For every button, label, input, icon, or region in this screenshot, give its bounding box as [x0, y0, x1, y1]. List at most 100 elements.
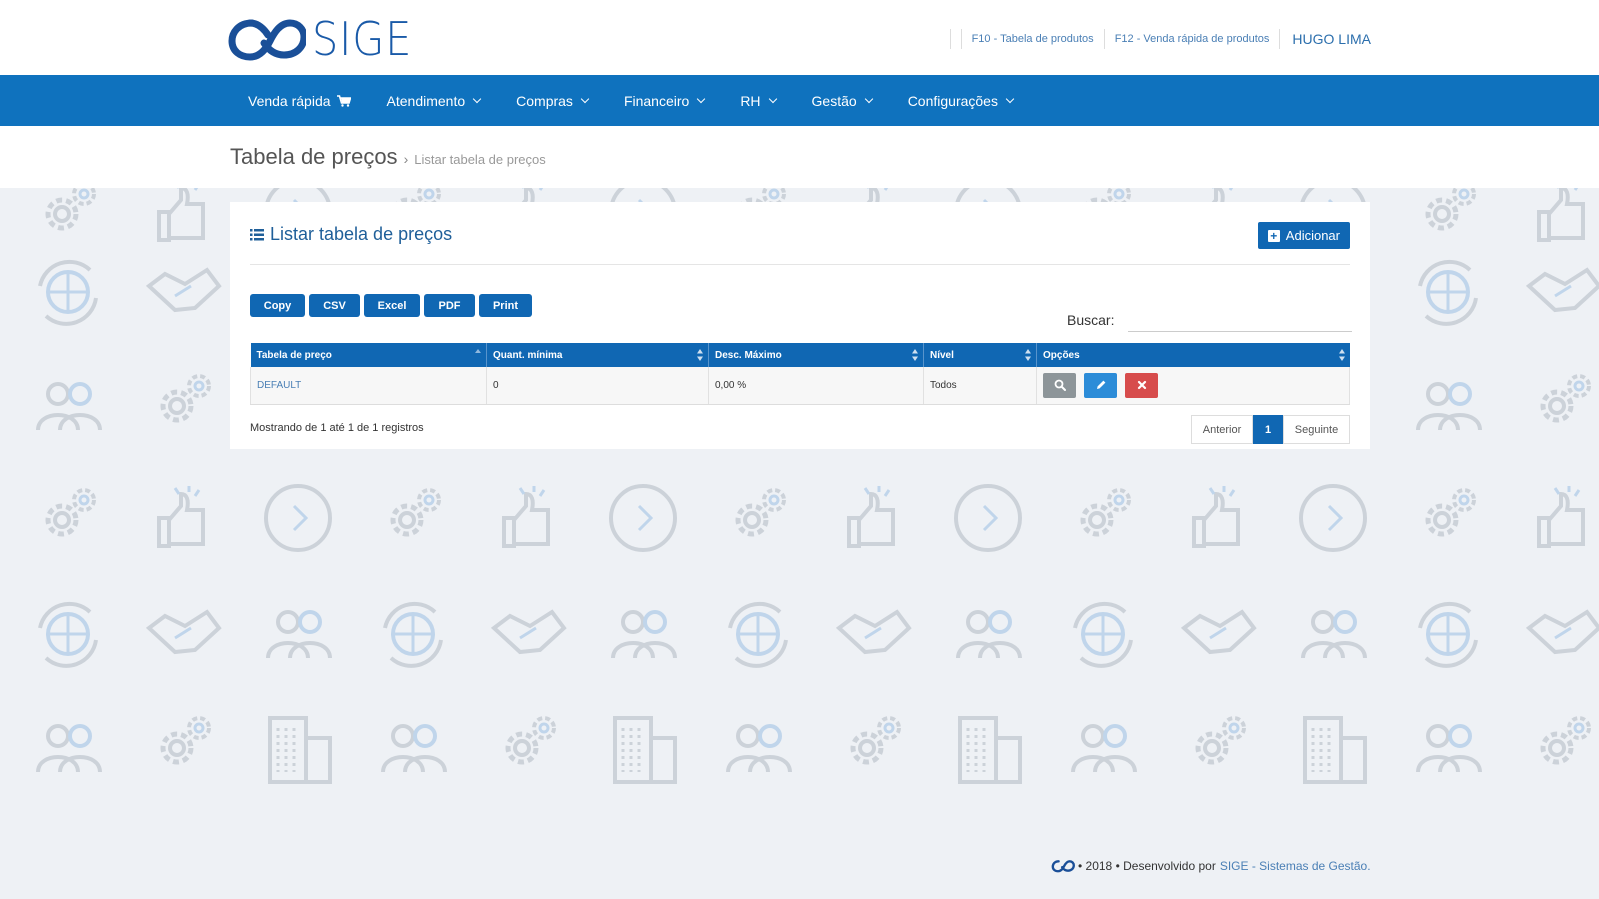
pencil-icon: [1096, 380, 1105, 390]
separator: [1103, 29, 1105, 49]
nav-compras[interactable]: Compras: [498, 75, 606, 126]
search-input[interactable]: [1128, 308, 1353, 332]
people-pattern-icon: [266, 610, 332, 659]
thumb-pattern-icon: [1537, 486, 1585, 548]
breadcrumb-bar: Tabela de preços › Listar tabela de preç…: [0, 126, 1599, 188]
separator: [949, 29, 951, 49]
delete-button[interactable]: [1125, 372, 1158, 398]
column-header-tabela[interactable]: Tabela de preço: [250, 343, 487, 367]
nav-label: Venda rápida: [248, 92, 331, 109]
sort-icon: [1338, 349, 1345, 361]
breadcrumb: Tabela de preços › Listar tabela de preç…: [230, 144, 546, 170]
chevron-down-icon: [864, 94, 873, 103]
footer-link[interactable]: SIGE - Sistemas de Gestão.: [1220, 859, 1371, 873]
nav-financeiro[interactable]: Financeiro: [606, 75, 722, 126]
globe-pattern-icon: [383, 601, 443, 668]
gear-pattern-icon: [160, 716, 211, 765]
view-button[interactable]: [1043, 372, 1076, 398]
add-button[interactable]: + Adicionar: [1257, 222, 1350, 249]
cell-opcoes: [1036, 367, 1350, 405]
nav-label: Financeiro: [623, 92, 690, 109]
column-label: Nível: [930, 349, 954, 361]
people-pattern-icon: [36, 382, 102, 431]
building-pattern-icon: [1303, 716, 1367, 784]
add-button-label: Adicionar: [1285, 228, 1340, 243]
user-menu[interactable]: HUGO LIMA: [1292, 31, 1371, 47]
excel-button[interactable]: Excel: [364, 294, 420, 317]
chevron-down-icon: [580, 94, 590, 103]
cell-desc-maximo: 0,00 %: [708, 367, 924, 405]
hands-pattern-icon: [835, 609, 912, 655]
column-header-quant-minima[interactable]: Quant. mínima: [486, 343, 709, 367]
pager-next[interactable]: Seguinte: [1283, 415, 1350, 444]
sort-icon: [1025, 349, 1031, 361]
gear-pattern-icon: [1540, 716, 1591, 765]
gear-pattern-icon: [160, 374, 211, 423]
thumb-pattern-icon: [1537, 188, 1585, 242]
copy-button[interactable]: Copy: [250, 294, 305, 317]
people-pattern-icon: [1301, 610, 1367, 659]
edit-button[interactable]: [1084, 372, 1117, 398]
content-panel: Listar tabela de preços + Adicionar Copy…: [230, 202, 1370, 449]
link-venda-rapida-produtos[interactable]: F12 - Venda rápida de produtos: [1115, 33, 1270, 45]
table-info: Mostrando de 1 até 1 de 1 registros: [250, 422, 424, 434]
building-pattern-icon: [268, 716, 332, 784]
search-label: Buscar:: [1067, 312, 1115, 328]
top-header: SIGE F10 - Tabela de produtos F12 - Vend…: [0, 0, 1599, 75]
people-pattern-icon: [1416, 724, 1482, 773]
nav-rh[interactable]: RH: [722, 75, 793, 126]
nav-gestao[interactable]: Gestão: [794, 75, 890, 126]
list-icon: [250, 228, 264, 240]
pdf-button[interactable]: PDF: [424, 294, 475, 317]
plus-icon: +: [1267, 229, 1280, 242]
globe-pattern-icon: [1073, 601, 1133, 668]
cell-tabela: DEFAULT: [250, 367, 487, 405]
chevron-down-icon: [1005, 94, 1015, 103]
divider: [250, 264, 1350, 265]
pager-prev[interactable]: Anterior: [1191, 415, 1253, 444]
people-pattern-icon: [1071, 724, 1137, 773]
csv-button[interactable]: CSV: [309, 294, 360, 317]
nav-venda-rapida[interactable]: Venda rápida: [230, 75, 369, 126]
hands-pattern-icon: [145, 609, 222, 655]
pager-page-1[interactable]: 1: [1253, 415, 1283, 444]
people-pattern-icon: [36, 724, 102, 773]
globe-pattern-icon: [38, 259, 98, 326]
column-header-nivel[interactable]: Nível: [923, 343, 1037, 367]
nav-label: Atendimento: [386, 92, 466, 109]
gear-pattern-icon: [735, 488, 786, 537]
pagination: Anterior 1 Seguinte: [1191, 415, 1350, 444]
top-links: F10 - Tabela de produtos F12 - Venda ráp…: [940, 28, 1371, 50]
nav-configuracoes[interactable]: Configurações: [890, 75, 1031, 126]
column-header-desc-maximo[interactable]: Desc. Máximo: [708, 343, 924, 367]
gear-pattern-icon: [1540, 374, 1591, 423]
globe-pattern-icon: [1418, 259, 1478, 326]
thumb-pattern-icon: [157, 188, 205, 242]
breadcrumb-separator: ›: [403, 151, 409, 167]
gear-pattern-icon: [1425, 188, 1476, 231]
search-icon: [1054, 379, 1066, 392]
column-label: Opções: [1043, 349, 1080, 361]
column-label: Quant. mínima: [493, 349, 563, 361]
page-title[interactable]: Tabela de preços: [230, 144, 398, 170]
price-table: Tabela de preço Quant. mínima Desc. Máxi…: [250, 343, 1350, 405]
globe-pattern-icon: [1418, 601, 1478, 668]
sort-icon: [912, 349, 918, 361]
nav-label: Compras: [516, 92, 573, 109]
sige-logo[interactable]: SIGE: [228, 14, 423, 64]
nav-label: RH: [740, 92, 761, 109]
column-header-opcoes[interactable]: Opções: [1036, 343, 1350, 367]
gear-pattern-icon: [45, 188, 96, 231]
tabela-link[interactable]: DEFAULT: [257, 380, 301, 391]
cell-quant-minima: 0: [486, 367, 709, 405]
sort-asc-icon: [475, 349, 481, 353]
main-navbar: Venda rápida Atendimento Compras Finance…: [0, 75, 1599, 126]
link-tabela-produtos[interactable]: F10 - Tabela de produtos: [972, 33, 1094, 45]
nav-atendimento[interactable]: Atendimento: [369, 75, 499, 126]
circle-pattern-icon: [264, 484, 332, 552]
circle-pattern-icon: [609, 484, 677, 552]
gear-pattern-icon: [1425, 488, 1476, 537]
nav-label: Gestão: [811, 92, 857, 109]
gear-pattern-icon: [1195, 716, 1246, 765]
print-button[interactable]: Print: [479, 294, 532, 317]
